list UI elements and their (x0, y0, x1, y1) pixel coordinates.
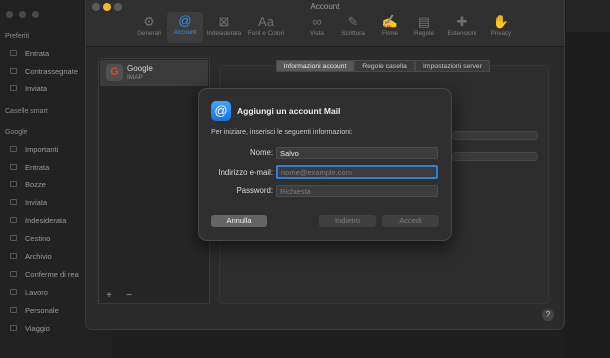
at-sign-icon: @ (211, 101, 231, 121)
sign-in-button[interactable]: Accedi (382, 215, 439, 227)
folder-icon (10, 325, 17, 331)
back-button[interactable]: Indietro (319, 215, 376, 227)
tab-junk[interactable]: ⊠ Indesiderata (206, 13, 242, 37)
tab-extensions[interactable]: ✚ Estensioni (444, 13, 480, 37)
sidebar-section-google[interactable]: Google (5, 129, 28, 136)
tab-general-label: Generali (137, 30, 161, 37)
signature-icon: ✍ (381, 14, 399, 29)
email-field[interactable] (276, 165, 438, 179)
tab-composing[interactable]: ✎ Scrittura (335, 13, 371, 37)
minimize-window-button[interactable] (19, 11, 26, 18)
tab-fonts-colors-label: Font e Colori (248, 30, 285, 37)
at-sign-icon: @ (178, 13, 192, 28)
mail-message-pane (564, 0, 610, 358)
tab-viewing[interactable]: ∞ Vista (299, 13, 335, 37)
window-title: Account (310, 2, 340, 11)
drafts-icon (10, 181, 17, 187)
puzzle-icon: ✚ (456, 14, 468, 29)
junk-tray-icon: ⊠ (218, 14, 230, 29)
account-type: IMAP (127, 74, 143, 81)
tab-viewing-label: Vista (310, 30, 324, 37)
tab-privacy[interactable]: ✋ Privacy (483, 13, 519, 37)
flag-icon (10, 68, 17, 74)
accounts-list: G Google IMAP (98, 58, 210, 304)
sent-icon (10, 199, 17, 205)
compose-icon: ✎ (347, 14, 359, 29)
tab-server-settings[interactable]: Impostazioni server (415, 60, 490, 72)
tab-rules-label: Regole (414, 30, 434, 37)
google-icon: G (106, 64, 123, 81)
cancel-button[interactable]: Annulla (211, 215, 267, 227)
font-icon: Aa (258, 14, 274, 29)
tab-account-info[interactable]: Informazioni account (276, 60, 354, 72)
password-label: Password: (236, 186, 273, 195)
email-address-popup[interactable] (452, 152, 538, 161)
password-field[interactable] (276, 185, 438, 197)
tab-accounts[interactable]: @ Account (167, 12, 203, 43)
zoom-window-button[interactable] (32, 11, 39, 18)
tab-extensions-label: Estensioni (447, 30, 477, 37)
inbox-icon (10, 164, 17, 170)
archive-icon (10, 253, 17, 259)
email-label: Indirizzo e-mail: (218, 168, 273, 177)
tab-general[interactable]: ⚙ Generali (131, 13, 167, 37)
tab-accounts-label: Account (173, 29, 197, 36)
folder-icon (10, 289, 17, 295)
account-name: Google (127, 64, 153, 73)
dialog-subtitle: Per iniziare, inserisci le seguenti info… (211, 129, 353, 136)
remove-account-button[interactable]: − (120, 289, 138, 303)
tab-fonts-colors[interactable]: Aa Font e Colori (248, 13, 284, 37)
account-row-google[interactable]: G Google IMAP (100, 60, 208, 86)
name-field[interactable] (276, 147, 438, 159)
folder-icon (10, 307, 17, 313)
mail-toolbar-right (566, 0, 610, 32)
tab-signatures-label: Firme (381, 30, 399, 37)
glasses-icon: ∞ (312, 14, 322, 29)
sidebar-section-smart-mailboxes[interactable]: Caselle smart (5, 108, 48, 115)
mail-message-list-bottom (112, 330, 564, 358)
trash-icon (10, 235, 17, 241)
tab-rules[interactable]: ▤ Regole (406, 13, 442, 37)
sidebar-section-favorites[interactable]: Preferiti (5, 33, 29, 40)
rules-icon: ▤ (417, 14, 431, 29)
tab-junk-label: Indesiderata (206, 30, 242, 37)
name-label: Nome: (250, 148, 273, 157)
hand-icon: ✋ (492, 14, 510, 29)
tab-composing-label: Scrittura (341, 30, 365, 37)
close-window-button[interactable] (6, 11, 13, 18)
add-mail-account-dialog: @ Aggiungi un account Mail Per iniziare,… (198, 88, 452, 241)
preferences-toolbar: Account ⚙ Generali @ Account ⊠ Indesider… (86, 0, 564, 47)
sent-icon (10, 85, 17, 91)
gear-icon: ⚙ (143, 14, 155, 29)
important-icon (10, 146, 17, 152)
inbox-icon (10, 50, 17, 56)
junk-icon (10, 217, 17, 223)
tab-mailbox-behaviors[interactable]: Regole casella (354, 60, 415, 72)
folder-icon (10, 271, 17, 277)
account-description-field[interactable] (452, 131, 538, 140)
help-button[interactable]: ? (542, 309, 554, 321)
add-account-button[interactable]: + (100, 289, 118, 303)
dialog-title: Aggiungi un account Mail (237, 106, 341, 116)
tab-privacy-label: Privacy (490, 30, 512, 37)
tab-signatures[interactable]: ✍ Firme (372, 13, 408, 37)
